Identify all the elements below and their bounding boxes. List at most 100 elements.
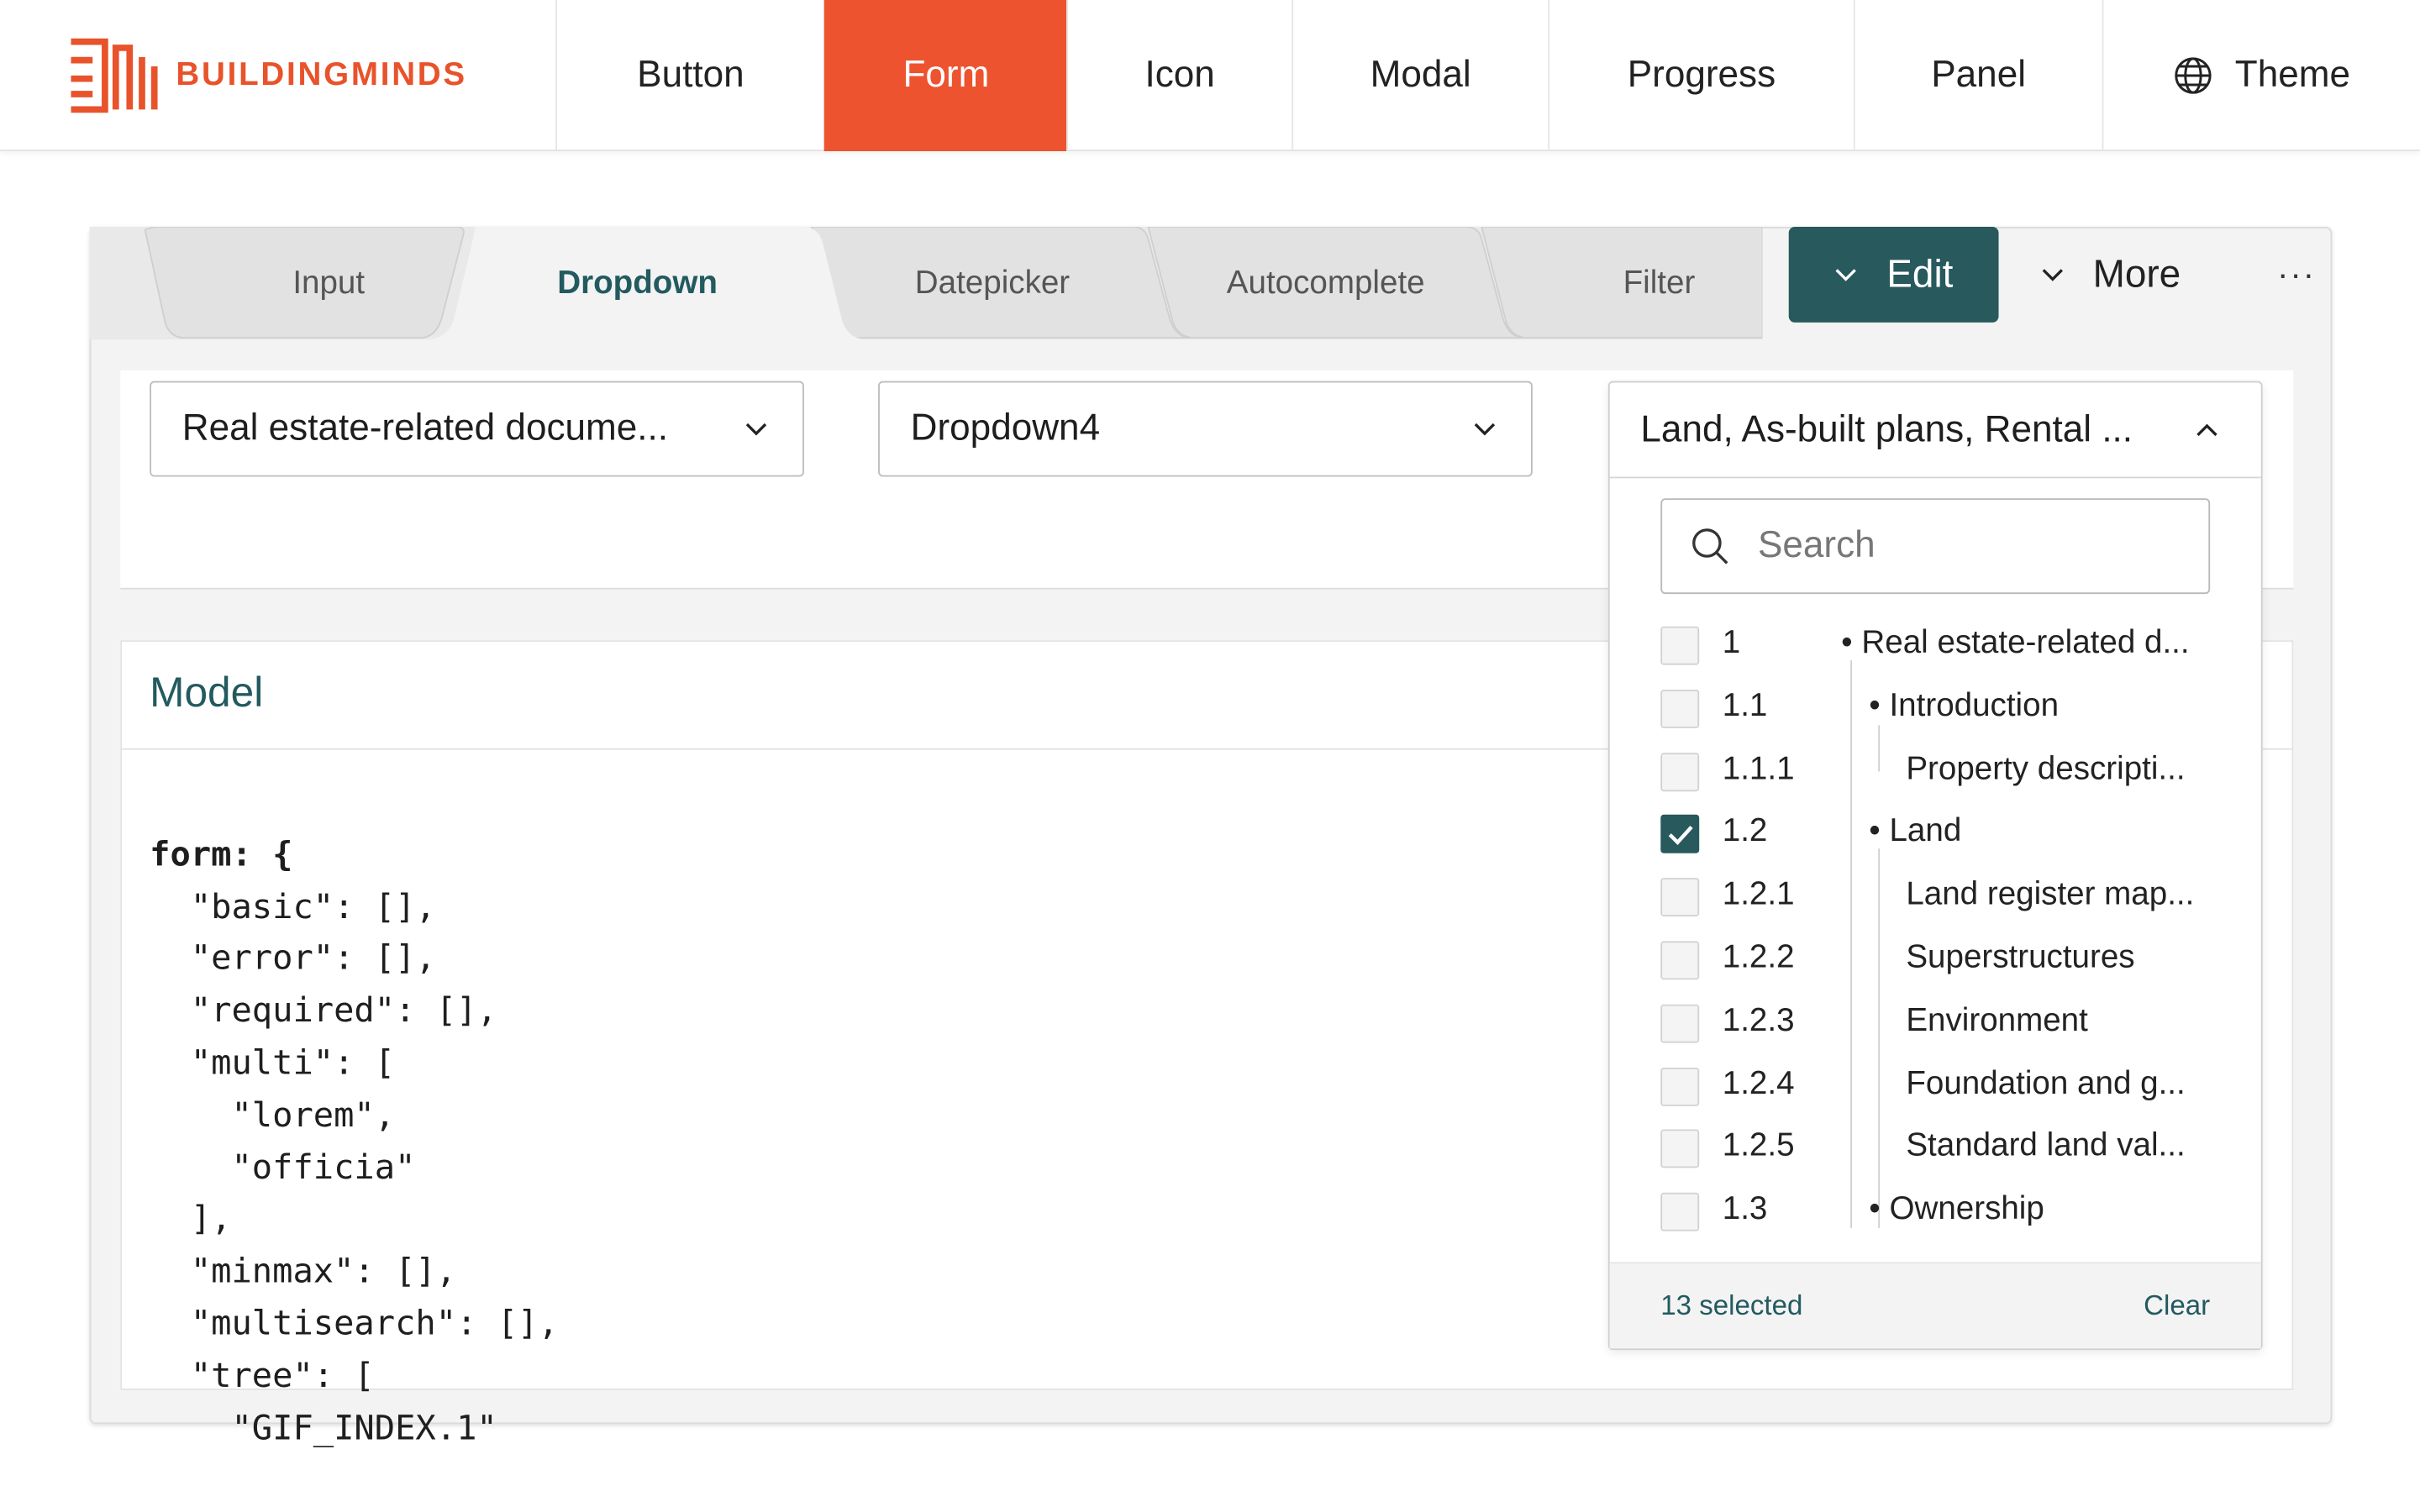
tree-option-row[interactable]: 1.1 • Introduction [1610,677,2261,740]
nav-item-progress[interactable]: Progress [1548,0,1854,151]
checkbox[interactable] [1660,689,1700,728]
option-label-text: Real estate-related d... [1861,624,2190,661]
checkbox[interactable] [1660,1004,1700,1043]
code-line: "minmax": [], [150,1252,457,1292]
overflow-menu-button[interactable]: ··· [2265,247,2327,302]
tree-option-row[interactable]: 1 • Real estate-related d... [1610,614,2261,677]
code-line: "basic": [], [150,888,436,927]
dropdown-value: Land, As-built plans, Rental ... [1640,407,2133,450]
nav-item-panel[interactable]: Panel [1853,0,2102,151]
nav-item-label: Theme [2234,54,2351,96]
edit-button-label: Edit [1886,252,1954,296]
dropdown-document-type[interactable]: Real estate-related docume... [150,381,804,477]
option-label: • Real estate-related d... [1841,624,2190,661]
tree-option-row[interactable]: 1.3 • Ownership [1610,1180,2261,1243]
dropdown-value: Real estate-related docume... [182,407,669,449]
tab-datepicker[interactable]: Datepicker [861,227,1123,339]
brand-logo[interactable]: BUILDINGMINDS [65,31,467,121]
brand-name: BUILDINGMINDS [176,56,467,93]
globe-icon [2173,55,2213,96]
option-label: • Introduction [1869,687,2060,724]
code-line: form: { [150,836,293,875]
checkbox[interactable] [1660,626,1700,665]
checkbox[interactable] [1660,752,1700,791]
search-input[interactable] [1758,524,2175,568]
model-panel-title: Model [150,669,264,717]
tree-option-row[interactable]: 1.2.4 Foundation and g... [1610,1055,2261,1118]
more-button-label: More [2092,252,2181,296]
nav-item-theme[interactable]: Theme [2102,0,2420,151]
nav-item-button[interactable]: Button [555,0,824,151]
checkbox[interactable] [1660,1193,1700,1232]
nav-item-label: Button [637,54,744,96]
tree-option-row[interactable]: 1.2.2 Superstructures [1610,929,2261,992]
nav-item-modal[interactable]: Modal [1292,0,1548,151]
tab-label: Dropdown [557,264,718,301]
edit-button[interactable]: Edit [1788,226,1999,323]
tab-bar: Input Dropdown Datepicker Autocomplete F… [89,226,1763,340]
option-label: Foundation and g... [1906,1065,2186,1101]
clear-button[interactable]: Clear [2144,1289,2210,1322]
code-line: "required": [], [150,992,497,1032]
option-label: Land register map... [1906,876,2195,912]
chevron-down-icon [1834,267,1859,282]
option-label: Standard land val... [1906,1128,2186,1164]
nav-item-form[interactable]: Form [823,0,1067,151]
tree-option-row[interactable]: 1.1.1 Property descripti... [1610,740,2261,803]
tab-dropdown[interactable]: Dropdown [506,227,768,339]
tab-label: Input [292,264,366,301]
code-line: "GIF_INDEX.1" [150,1409,497,1448]
checkbox[interactable] [1660,1067,1700,1106]
option-index: 1.2 [1722,813,1768,849]
nav-item-label: Form [902,54,990,96]
tree-option-row[interactable]: 1.2.5 Standard land val... [1610,1117,2261,1180]
checkbox-checked[interactable] [1660,815,1700,854]
tab-label: Datepicker [914,264,1071,301]
option-label: Environment [1906,1002,2088,1038]
tab-label: Autocomplete [1226,264,1425,301]
tab-filter[interactable]: Filter [1555,227,1762,339]
code-line: "error": [], [150,940,436,979]
chevron-down-icon [1439,421,1531,436]
search-icon [1690,526,1730,566]
more-button[interactable]: More [2040,227,2210,323]
option-label-text: Ownership [1889,1191,2044,1227]
nav-item-label: Icon [1144,54,1215,96]
checkmark-icon [1668,826,1693,846]
top-navigation: BUILDINGMINDS Button Form Icon Modal Pro… [0,0,2420,151]
tree-option-row[interactable]: 1.2.1 Land register map... [1610,866,2261,929]
option-index: 1.2.4 [1722,1065,1795,1101]
nav-item-label: Modal [1370,54,1471,96]
chevron-down-icon [710,421,802,436]
nav-item-icon[interactable]: Icon [1066,0,1292,151]
option-index: 1.1.1 [1722,750,1795,786]
option-label-text: Land [1889,813,1962,849]
code-line: "multisearch": [], [150,1305,559,1344]
nav-item-label: Progress [1627,54,1776,96]
tab-input[interactable]: Input [213,227,445,339]
option-index: 1.2.5 [1722,1128,1795,1164]
option-label: Property descripti... [1906,750,2186,786]
multiselect-footer: 13 selected Clear [1609,1262,2261,1349]
option-index: 1.2.2 [1722,939,1795,975]
tab-autocomplete[interactable]: Autocomplete [1193,227,1459,339]
option-label: • Land [1869,813,1962,849]
tab-label: Filter [1623,264,1696,301]
tree-option-row[interactable]: 1.2.3 Environment [1610,992,2261,1055]
checkbox[interactable] [1660,878,1700,917]
dropdown-4[interactable]: Dropdown4 [878,381,1533,477]
multiselect-trigger[interactable]: Land, As-built plans, Rental ... [1609,383,2261,479]
option-index: 1 [1722,624,1741,661]
code-line: "tree": [ [150,1357,375,1396]
search-field[interactable] [1660,498,2211,595]
app-root: BUILDINGMINDS Button Form Icon Modal Pro… [0,0,2420,1512]
buildingminds-logo-icon [71,38,158,113]
checkbox[interactable] [1660,1130,1700,1169]
checkbox[interactable] [1660,941,1700,980]
dropdown-value: Dropdown4 [910,407,1101,449]
ellipsis-icon: ··· [2277,255,2316,293]
tree-option-list: 1 • Real estate-related d... 1.1 • Intro… [1610,614,2261,1247]
option-index: 1.3 [1722,1191,1768,1227]
tree-option-row[interactable]: 1.2 • Land [1610,803,2261,866]
selected-count: 13 selected [1660,1289,1803,1321]
